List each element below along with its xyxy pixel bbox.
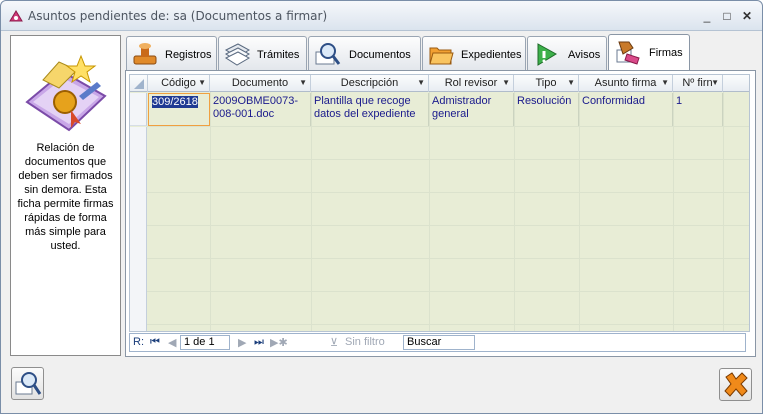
grid-line [147, 258, 749, 259]
app-icon [9, 10, 23, 22]
grid-line [147, 291, 749, 292]
grid-line [147, 192, 749, 193]
grid-line [210, 92, 211, 331]
signature-stamp-icon [616, 41, 640, 65]
column-label: Nº firn [682, 77, 713, 89]
grid-line [147, 225, 749, 226]
dropdown-arrow-icon: ▼ [661, 78, 669, 87]
cell-text: 309/2618 [152, 96, 198, 108]
record-navigator: R: ⏮ ◀ 1 de 1 ▶ ⏭ ▶✱ ⊻ Sin filtro Buscar [129, 333, 746, 352]
grid-line [514, 92, 515, 331]
first-record-icon[interactable]: ⏮ [150, 336, 160, 349]
tab-expedientes[interactable]: Expedientes [422, 36, 526, 70]
tab-firmas[interactable]: Firmas [608, 34, 690, 70]
dropdown-arrow-icon: ▼ [198, 78, 206, 87]
next-record-icon[interactable]: ▶ [238, 336, 246, 349]
column-header-documento[interactable]: Documento ▼ [210, 75, 311, 92]
exit-cross-icon [724, 372, 748, 397]
column-header-rol-revisor[interactable]: Rol revisor ▼ [429, 75, 514, 92]
last-record-icon[interactable]: ⏭ [254, 336, 264, 349]
column-header-descripcion[interactable]: Descripción ▼ [311, 75, 429, 92]
stamp-icon [133, 43, 157, 65]
documents-grid: Código ▼ Documento ▼ Descripción ▼ Rol revi… [129, 74, 750, 332]
tab-label: Documentos [349, 49, 411, 61]
tab-label: Firmas [649, 47, 683, 59]
grid-header: Código ▼ Documento ▼ Descripción ▼ Rol revi… [130, 75, 749, 92]
cell-rol-revisor[interactable]: Admistrador general [429, 93, 514, 126]
close-button[interactable]: ✕ [734, 6, 760, 26]
tab-label: Registros [165, 49, 212, 61]
search-input[interactable]: Buscar [403, 335, 475, 350]
row-selector[interactable] [130, 127, 147, 331]
select-all-corner[interactable] [130, 75, 148, 92]
tab-label: Expedientes [461, 49, 522, 61]
tab-registros[interactable]: Registros [126, 36, 217, 70]
cell-codigo[interactable]: 309/2618 [148, 93, 210, 126]
info-panel: Relación de documentos que deben ser fir… [10, 35, 121, 356]
panel-description: Relación de documentos que deben ser fir… [17, 142, 114, 252]
grid-line [147, 324, 749, 325]
dropdown-arrow-icon: ▼ [711, 78, 719, 87]
record-position-input[interactable]: 1 de 1 [180, 335, 230, 350]
magnifier-document-icon [315, 43, 341, 65]
column-label: Código [161, 77, 196, 89]
folder-icon [429, 47, 454, 65]
tab-content: Código ▼ Documento ▼ Descripción ▼ Rol revi… [125, 70, 756, 357]
dropdown-arrow-icon: ▼ [502, 78, 510, 87]
record-label: R: [133, 336, 144, 348]
grid-line [673, 92, 674, 331]
grid-line [723, 92, 724, 331]
warning-triangle-icon [537, 43, 557, 66]
magnifier-icon [15, 372, 42, 395]
grid-line [147, 159, 749, 160]
grid-line [311, 92, 312, 331]
column-label: Asunto firma [594, 77, 657, 89]
column-label: Tipo [535, 77, 557, 89]
tab-label: Trámites [257, 49, 300, 61]
corner-triangle-icon [134, 79, 144, 89]
grid-line [579, 92, 580, 331]
certificate-stamp-icon [25, 54, 107, 132]
filter-icon: ⊻ [330, 337, 339, 349]
column-header-codigo[interactable]: Código ▼ [148, 75, 210, 92]
column-header-asunto-firma[interactable]: Asunto firma ▼ [579, 75, 673, 92]
dropdown-arrow-icon: ▼ [299, 78, 307, 87]
tab-tramites[interactable]: Trámites [218, 36, 307, 70]
main-window: Asuntos pendientes de: sa (Documentos a … [0, 0, 763, 414]
dropdown-arrow-icon: ▼ [417, 78, 425, 87]
filter-status[interactable]: Sin filtro [345, 336, 385, 348]
exit-button[interactable] [719, 368, 752, 401]
grid-line [147, 126, 749, 127]
cell-asunto-firma[interactable]: Conformidad [579, 93, 673, 126]
cell-num-firma[interactable]: 1 [673, 93, 723, 126]
column-label: Documento [231, 77, 289, 89]
new-record-icon[interactable]: ▶✱ [270, 336, 288, 349]
column-header-tipo[interactable]: Tipo ▼ [514, 75, 579, 92]
cell-descripcion[interactable]: Plantilla que recoge datos del expedient… [311, 93, 429, 126]
grid-line [429, 92, 430, 331]
cell-documento[interactable]: 2009OBME0073-008-001.doc [210, 93, 311, 126]
cell-tipo[interactable]: Resolución [514, 93, 579, 126]
previous-record-icon[interactable]: ◀ [168, 336, 176, 349]
tab-avisos[interactable]: Avisos [527, 36, 607, 70]
document-stack-icon [224, 43, 251, 66]
column-label: Rol revisor [444, 77, 498, 89]
window-title: Asuntos pendientes de: sa (Documentos a … [28, 9, 328, 23]
tab-label: Avisos [568, 49, 601, 61]
table-row[interactable]: 309/2618 2009OBME0073-008-001.doc Planti… [130, 93, 749, 126]
column-label: Descripción [340, 77, 399, 89]
search-button[interactable] [11, 367, 44, 400]
column-header-num-firma[interactable]: Nº firn ▼ [673, 75, 723, 92]
title-bar: Asuntos pendientes de: sa (Documentos a … [1, 1, 762, 31]
dropdown-arrow-icon: ▼ [567, 78, 575, 87]
tab-documentos[interactable]: Documentos [308, 36, 421, 70]
